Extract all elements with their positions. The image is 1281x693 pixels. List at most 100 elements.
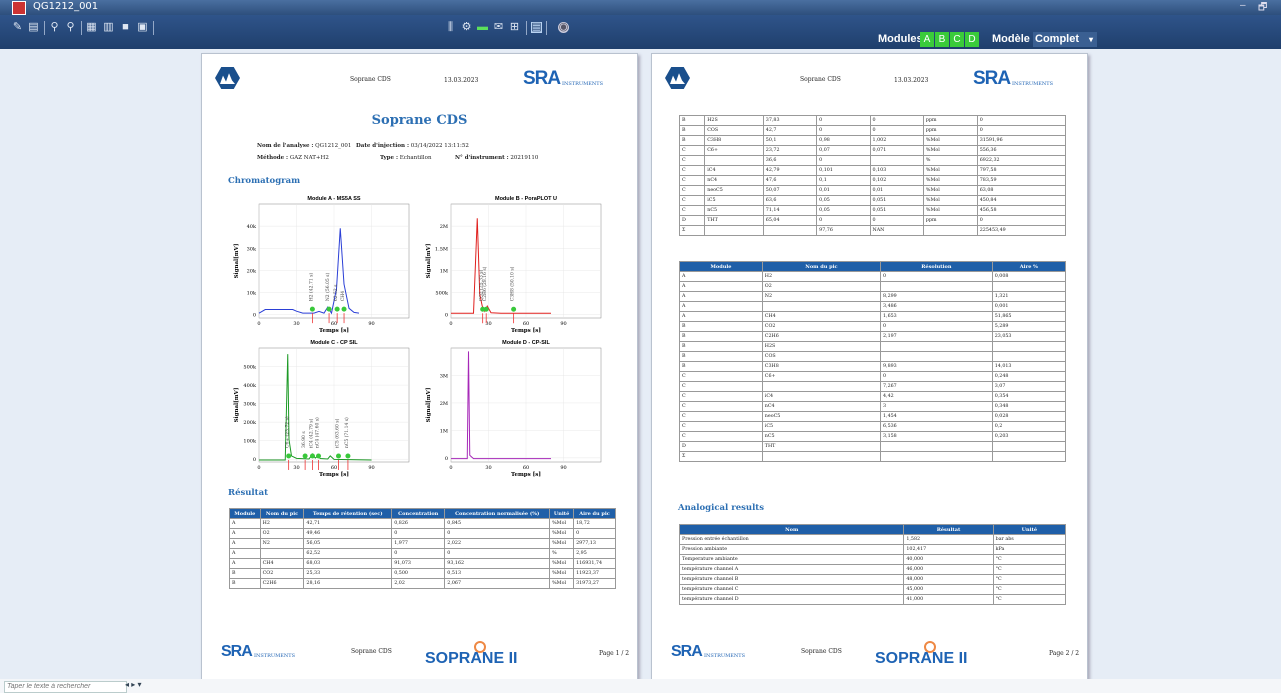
y-axis-label: Signal[mV] — [426, 388, 432, 423]
table-cell: nC5 — [704, 205, 764, 216]
zoom-in-icon[interactable]: ⚲ — [49, 22, 60, 33]
table-cell: 50,1 — [762, 135, 818, 146]
result-table-header-cell: Aire du pic — [573, 508, 616, 519]
table-cell: température channel A — [678, 564, 905, 575]
table-cell: 0 — [869, 125, 924, 136]
zoom-out-icon[interactable]: ⚲ — [65, 22, 76, 33]
table-cell: 0 — [976, 125, 1067, 136]
page-number: Page 1 / 2 — [599, 650, 630, 657]
analog-table-header-cell: Nom — [678, 524, 905, 535]
table-cell: Σ — [678, 225, 706, 236]
two-page-icon[interactable]: ▥ — [103, 22, 114, 33]
table-cell: neoC5 — [704, 185, 764, 196]
table-cell: A — [679, 301, 763, 312]
table-cell: %Mol — [549, 518, 575, 529]
search-input[interactable] — [4, 681, 127, 693]
peak-label: 62.52 s — [333, 284, 339, 301]
table-cell: 14,013 — [991, 361, 1067, 372]
table-cell: THT — [704, 215, 764, 226]
table-cell: 0 — [880, 271, 993, 282]
grid-view-icon[interactable]: ▦ — [86, 22, 97, 33]
x-axis-label: Temps [s] — [319, 472, 349, 478]
resolution-table-header-cell: Module — [679, 261, 763, 272]
module-d-toggle[interactable]: D — [965, 32, 979, 47]
peak-label: C3H8 (50.10 s) — [509, 266, 516, 301]
fit-page-icon[interactable]: ▣ — [137, 22, 148, 33]
table-cell: 47,6 — [762, 175, 818, 186]
table-cell: 0 — [816, 125, 871, 136]
table-cell: kPa — [992, 544, 1067, 555]
resolution-table: Module Nom du pic Résolution Aire % A H2 0 0,00… — [679, 261, 1067, 462]
lab-logo-icon — [665, 67, 690, 89]
table-cell: 0 — [816, 115, 871, 126]
table-cell: % — [549, 548, 575, 559]
wand-icon[interactable]: ✎ — [12, 22, 23, 33]
single-page-icon[interactable]: ■ — [120, 22, 131, 33]
table-cell: 797,58 — [976, 165, 1067, 176]
table-cell: 0 — [869, 115, 924, 126]
chevron-down-icon: ▾ — [1088, 35, 1093, 44]
table-cell: %Mol — [922, 145, 978, 156]
table-cell: 3,07 — [991, 381, 1067, 392]
injection-date: Date d'injection : 03/14/2022 13:11:52 — [356, 143, 469, 149]
result-table-continued: B H2S 37,83 0 0 ppm 0 B COS 42,7 0 0 ppm 0 B C3H8 50,1 0,… — [678, 115, 1067, 236]
peak-label: CH4 — [340, 291, 346, 301]
toolbar: ✎ ▤ ⚲ ⚲ ▦ ▥ ■ ▣ ⫼ ⚙ ▬ ✉ ⊞ ▤ ◉ Modules : … — [0, 15, 1281, 49]
peak-flag — [309, 453, 315, 459]
export-icon[interactable]: ▬ — [477, 22, 488, 33]
x-tick-label: 60 — [523, 321, 529, 327]
page-icon[interactable]: ▤ — [28, 22, 39, 33]
module-c-toggle[interactable]: C — [950, 32, 964, 47]
table-cell — [704, 225, 764, 236]
gear-icon[interactable]: ⚙ — [461, 22, 472, 33]
resolution-table-header-cell: Aire % — [991, 261, 1067, 272]
table-cell: 0,07 — [816, 145, 871, 156]
table-cell: 0 — [444, 548, 551, 559]
help-icon[interactable]: ◉ — [558, 22, 569, 33]
table-cell: %Mol — [922, 205, 978, 216]
table-cell: 783,59 — [976, 175, 1067, 186]
footer-soprane-logo: SOPRANE II — [875, 650, 968, 667]
table-cell: 0,102 — [869, 175, 924, 186]
table-cell: °C — [992, 564, 1067, 575]
settings-sliders-icon[interactable]: ⫼ — [445, 22, 456, 33]
table-cell: A — [229, 518, 261, 529]
search-nav-arrows-icon[interactable]: ◂ ▸ ▾ — [125, 680, 142, 689]
table-cell: 11923,37 — [573, 568, 616, 579]
table-row: B CO2 0 5,289 — [679, 321, 1067, 332]
table-cell: température channel B — [678, 574, 905, 585]
chart-module-c: Module C - CP SIL 0 100k 200k 300k 400k 500k 0 3… — [232, 339, 417, 495]
print-preview-icon[interactable]: ▤ — [531, 22, 542, 33]
method: Méthode : GAZ NAT+H2 — [257, 155, 329, 161]
table-cell: 1,977 — [391, 538, 446, 549]
table-cell: 42,7 — [762, 125, 818, 136]
report-page-2: Soprane CDS 13.03.2023 SRA INSTRUMENTS B… — [651, 53, 1088, 681]
modele-select[interactable]: Complet ▾ — [1033, 32, 1097, 47]
table-cell: %Mol — [922, 185, 978, 196]
y-axis-label: Signal[mV] — [426, 244, 432, 279]
module-b-toggle[interactable]: B — [935, 32, 949, 47]
table-cell: C — [678, 175, 706, 186]
table-cell: bar abs — [992, 534, 1067, 545]
module-a-toggle[interactable]: A — [920, 32, 934, 47]
table-row: Σ — [679, 451, 1067, 462]
table-cell: B — [679, 351, 763, 362]
table-cell: 7,267 — [880, 381, 993, 392]
table-cell — [761, 451, 882, 462]
table-cell: D — [678, 215, 706, 226]
table-cell: C2H6 — [259, 578, 305, 589]
layout-icon[interactable]: ⊞ — [509, 22, 520, 33]
minimize-button[interactable]: – — [1240, 0, 1246, 11]
x-tick-label: 0 — [257, 465, 260, 471]
header-app-name: Soprane CDS — [800, 76, 841, 83]
table-cell: CO2 — [259, 568, 305, 579]
table-cell: 46,000 — [903, 564, 994, 575]
table-cell: 56,05 — [303, 538, 393, 549]
table-cell: 18,72 — [573, 518, 616, 529]
table-row: CiC4 4,42 0,354 — [679, 391, 1067, 402]
table-row: Pression ambiante 102,417 kPa — [678, 544, 1067, 555]
email-icon[interactable]: ✉ — [493, 22, 504, 33]
y-tick-label: 400k — [243, 383, 257, 389]
peak-flag — [326, 306, 332, 312]
x-axis-label: Temps [s] — [319, 328, 349, 334]
